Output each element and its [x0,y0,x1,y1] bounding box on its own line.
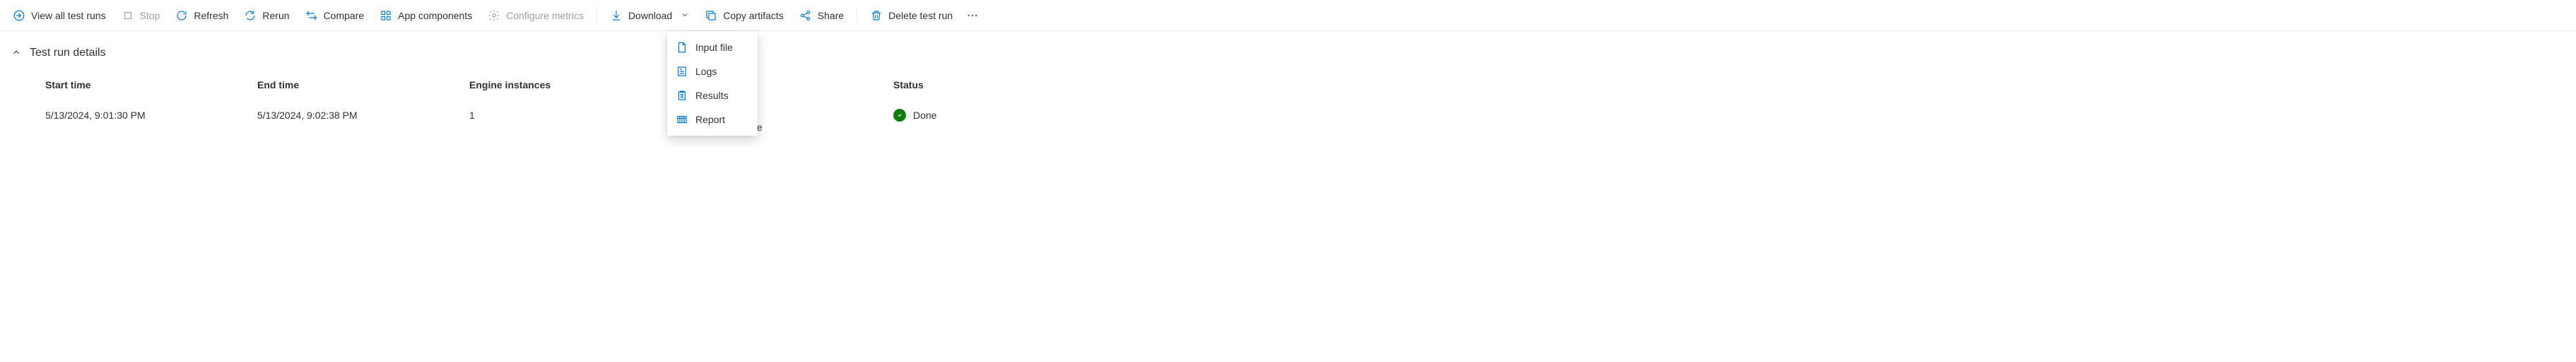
copy-artifacts-button[interactable]: Copy artifacts [698,5,791,26]
arrow-right-circle-icon [13,9,25,22]
compare-icon [305,9,318,22]
app-components-label: App components [398,10,472,21]
file-icon [676,41,688,54]
configure-metrics-label: Configure metrics [506,10,584,21]
view-all-test-runs-button[interactable]: View all test runs [6,5,113,26]
trash-icon [870,9,883,22]
configure-metrics-button: Configure metrics [481,5,591,26]
download-button[interactable]: Download [603,5,696,26]
compare-button[interactable]: Compare [298,5,372,26]
section-title: Test run details [30,47,106,59]
delete-test-run-button[interactable]: Delete test run [863,5,960,26]
details-header-row: Start time End time Engine instances Sta… [45,79,2565,109]
header-engine-instances: Engine instances [469,79,681,109]
app-components-icon [380,9,392,22]
dropdown-logs-label: Logs [695,66,717,77]
chevron-up-icon [11,47,21,59]
dropdown-input-file-label: Input file [695,42,733,53]
app-components-button[interactable]: App components [372,5,479,26]
view-all-label: View all test runs [31,10,106,21]
rerun-icon [244,9,257,22]
status-text: Done [913,110,936,121]
success-check-icon [893,109,906,122]
more-horizontal-icon [966,9,979,22]
download-dropdown: Input file Logs Results Report [667,31,758,136]
download-label: Download [628,10,672,21]
refresh-label: Refresh [194,10,228,21]
refresh-icon [175,9,188,22]
header-end-time: End time [257,79,469,109]
section-header[interactable]: Test run details [11,47,2565,59]
details-value-row: 5/13/2024, 9:01:30 PM 5/13/2024, 9:02:38… [45,109,2565,122]
copy-artifacts-label: Copy artifacts [723,10,784,21]
toolbar-separator [596,8,597,23]
stop-label: Stop [140,10,160,21]
more-actions-button[interactable] [961,4,984,27]
dropdown-input-file[interactable]: Input file [667,35,758,59]
logs-icon [676,65,688,78]
download-icon [610,9,623,22]
chevron-down-icon [681,10,689,21]
value-status: Done [893,109,1105,122]
toolbar: View all test runs Stop Refresh Rerun Co… [0,0,2576,31]
header-start-time: Start time [45,79,257,109]
stop-button: Stop [114,5,167,26]
results-icon [676,89,688,102]
dropdown-results-label: Results [695,90,729,101]
rerun-button[interactable]: Rerun [237,5,296,26]
refresh-button[interactable]: Refresh [168,5,235,26]
dropdown-logs[interactable]: Logs [667,59,758,83]
copy-icon [705,9,717,22]
header-status: Status [893,79,1105,109]
dropdown-results[interactable]: Results [667,83,758,107]
share-label: Share [818,10,844,21]
report-icon [676,113,688,126]
share-button[interactable]: Share [792,5,851,26]
compare-label: Compare [324,10,365,21]
value-start-time: 5/13/2024, 9:01:30 PM [45,110,257,121]
stop-icon [122,9,134,22]
rerun-label: Rerun [262,10,289,21]
details-grid: Start time End time Engine instances Sta… [11,79,2565,122]
delete-label: Delete test run [888,10,953,21]
value-end-time: 5/13/2024, 9:02:38 PM [257,110,469,121]
value-engine-instances: 1 [469,110,681,121]
dropdown-report-label: Report [695,114,725,125]
share-icon [799,9,812,22]
dropdown-report[interactable]: Report [667,107,758,132]
gear-icon [488,9,500,22]
test-run-details-section: Test run details Start time End time Eng… [0,31,2576,122]
